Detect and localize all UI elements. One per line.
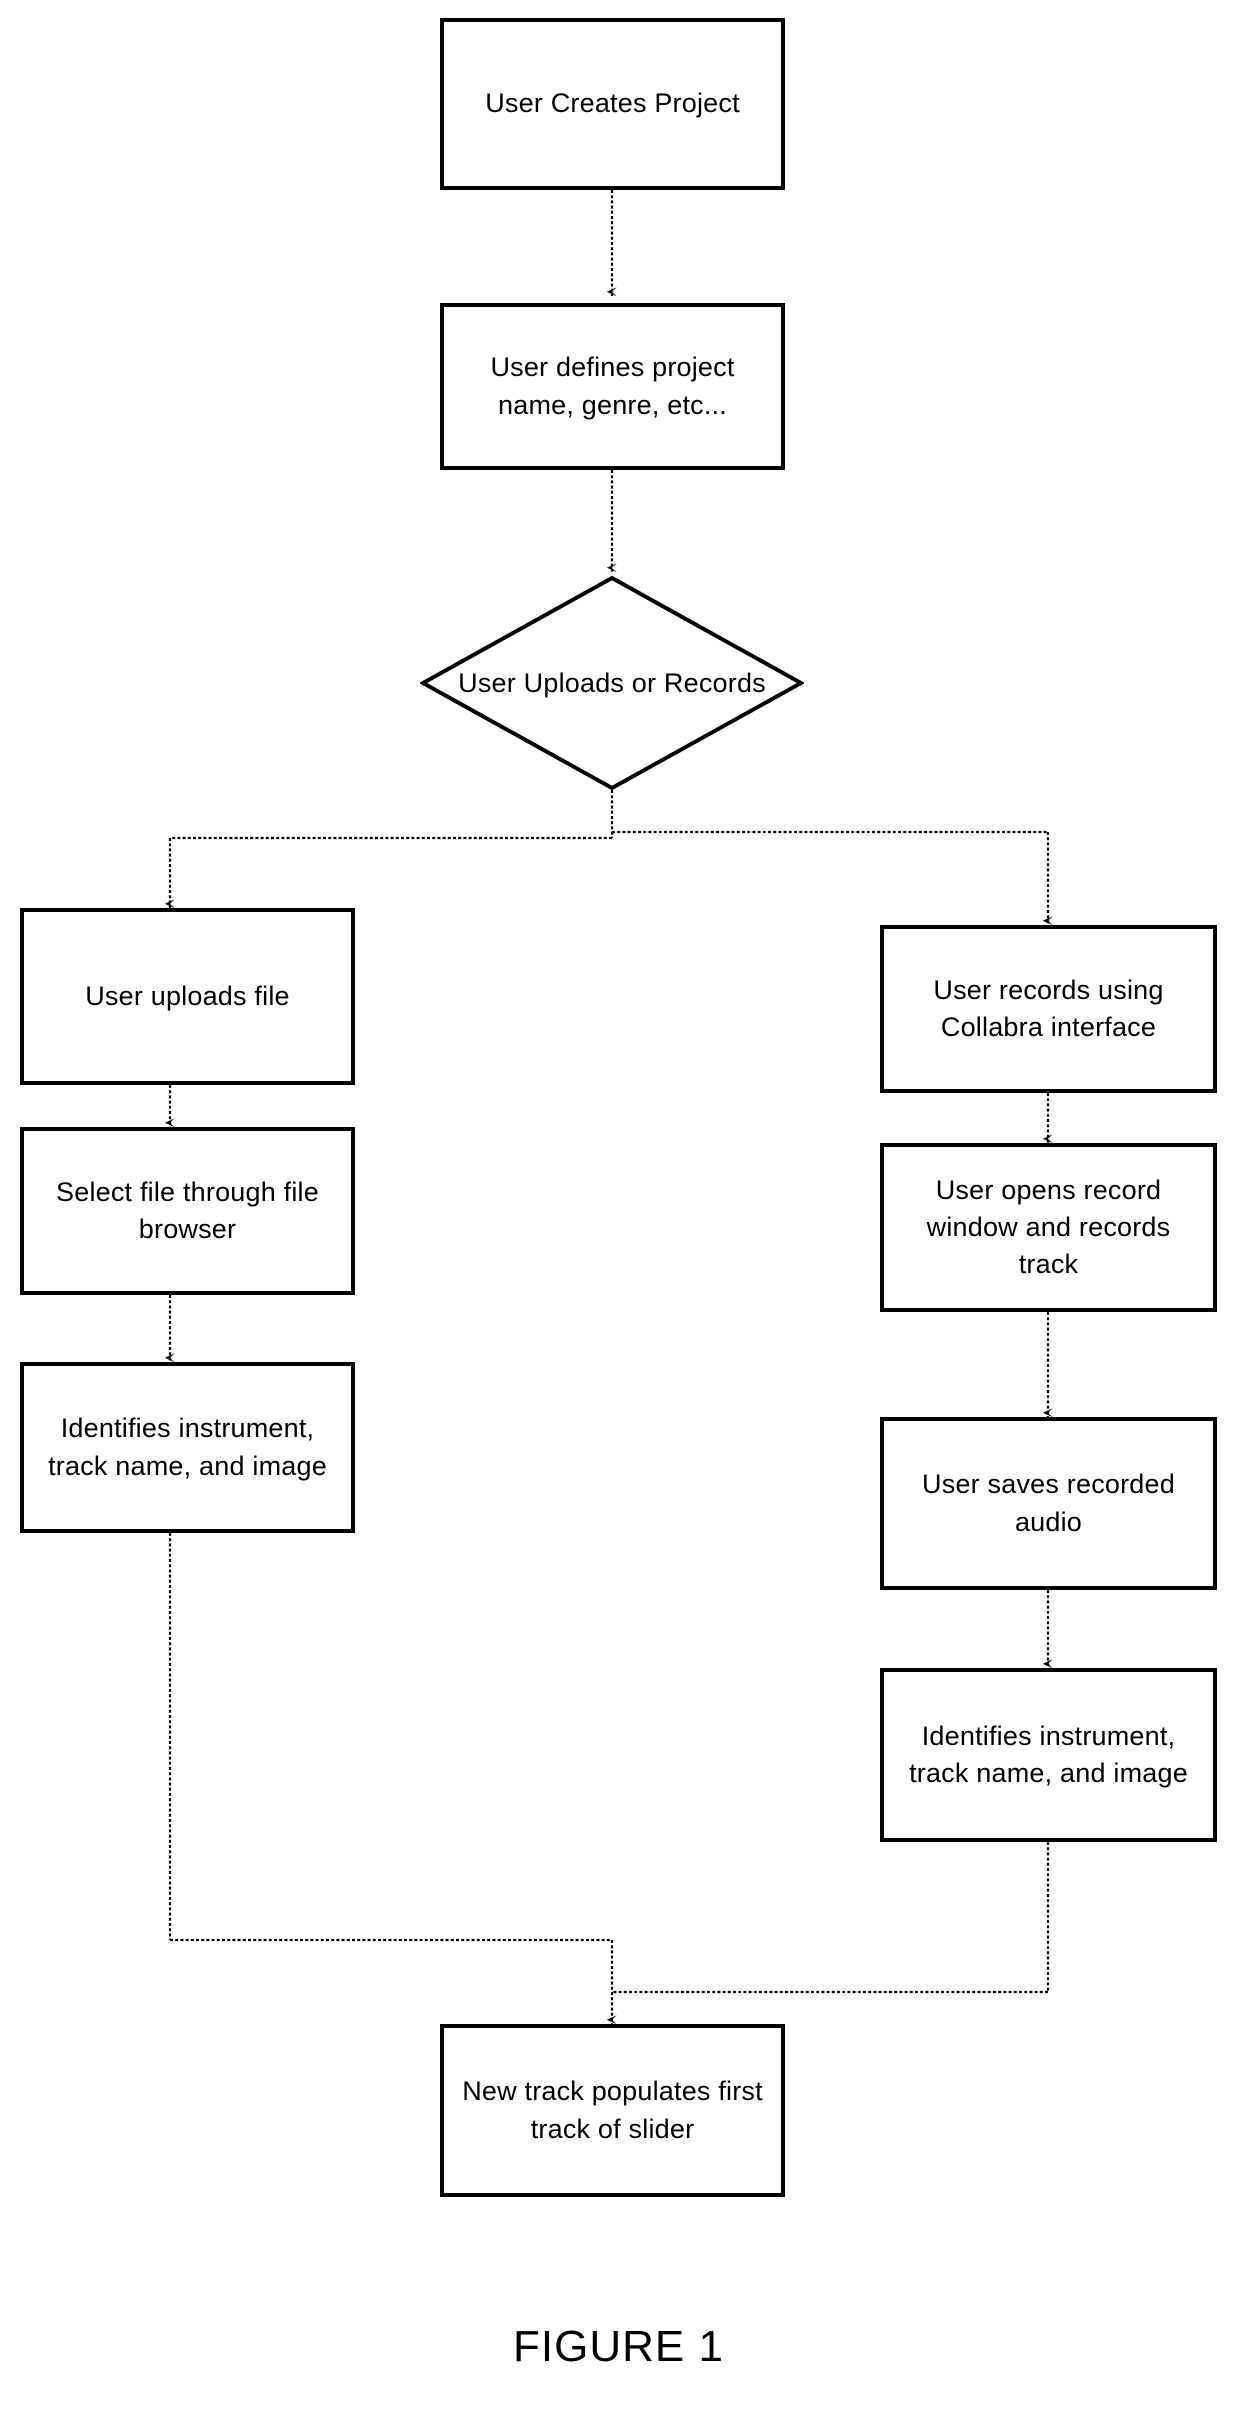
node-user-records-using-collabra[interactable]: User records using Collabra interface <box>880 925 1217 1093</box>
node-new-track-populates-slider[interactable]: New track populates first track of slide… <box>440 2024 785 2197</box>
node-identifies-instrument-left[interactable]: Identifies instrument, track name, and i… <box>20 1362 355 1533</box>
node-label: Select file through file browser <box>56 1176 319 1244</box>
figure-caption: FIGURE 1 <box>513 2322 724 2371</box>
node-user-defines-project[interactable]: User defines project name, genre, etc... <box>440 303 785 470</box>
node-label: User Creates Project <box>485 88 740 119</box>
node-label: User Uploads or Records <box>458 668 766 699</box>
node-label: New track populates first track of slide… <box>462 2076 763 2144</box>
node-label: Identifies instrument, track name, and i… <box>48 1413 327 1481</box>
node-label: User defines project name, genre, etc... <box>490 352 735 420</box>
figure-canvas: User Creates Project User defines projec… <box>0 0 1237 2420</box>
node-identifies-instrument-right[interactable]: Identifies instrument, track name, and i… <box>880 1668 1217 1842</box>
node-user-creates-project[interactable]: User Creates Project <box>440 18 785 190</box>
node-decision-uploads-or-records[interactable]: User Uploads or Records <box>420 575 804 791</box>
node-user-opens-record-window[interactable]: User opens record window and records tra… <box>880 1143 1217 1312</box>
node-label: User opens record window and records tra… <box>926 1174 1171 1280</box>
node-user-uploads-file[interactable]: User uploads file <box>20 908 355 1085</box>
node-label: User records using Collabra interface <box>933 974 1164 1042</box>
node-user-saves-recorded-audio[interactable]: User saves recorded audio <box>880 1417 1217 1590</box>
node-label: Identifies instrument, track name, and i… <box>909 1720 1188 1788</box>
node-label: User saves recorded audio <box>922 1469 1175 1537</box>
node-label: User uploads file <box>85 980 290 1011</box>
node-select-file-through-browser[interactable]: Select file through file browser <box>20 1127 355 1295</box>
